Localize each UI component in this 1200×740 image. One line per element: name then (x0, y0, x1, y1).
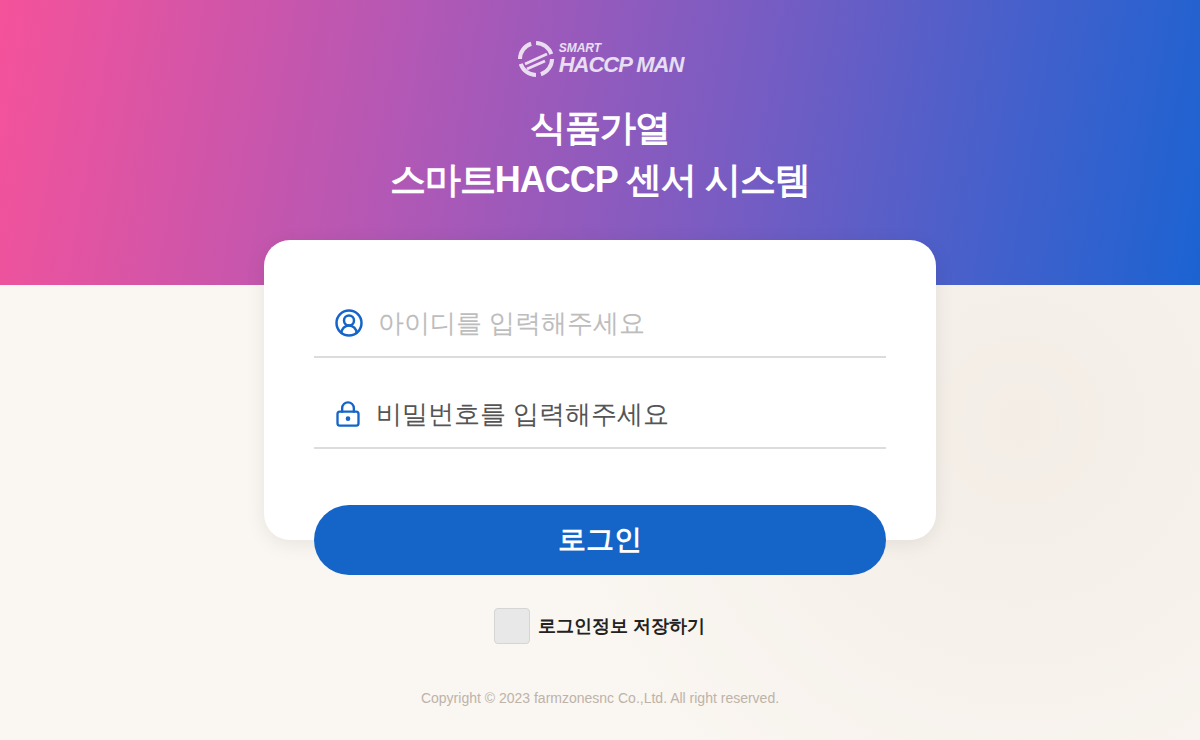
logo-icon (517, 40, 555, 78)
login-button[interactable]: 로그인 (314, 505, 886, 575)
password-field[interactable] (314, 381, 886, 449)
remember-checkbox-row[interactable]: 로그인정보 저장하기 (494, 608, 705, 644)
remember-checkbox[interactable] (494, 608, 530, 644)
id-field[interactable] (314, 290, 886, 358)
logo-main-text: HACCP MAN (559, 54, 684, 76)
password-input[interactable] (376, 395, 886, 434)
login-page: SMARTHACCP MAN 식품가열스마트HACCP 센서 시스템로그인로그인정… (0, 0, 1200, 740)
copyright: Copyright © 2023 farmzonesnc Co.,Ltd. Al… (421, 688, 779, 709)
lock-icon (334, 400, 362, 428)
logo: SMARTHACCP MAN (517, 38, 684, 80)
remember-label: 로그인정보 저장하기 (538, 613, 705, 640)
user-icon (334, 308, 364, 338)
id-input[interactable] (378, 304, 886, 343)
login-card (264, 240, 936, 540)
logo-top-text: SMART (559, 42, 684, 54)
page-title: 식품가열스마트HACCP 센서 시스템 (390, 102, 810, 206)
